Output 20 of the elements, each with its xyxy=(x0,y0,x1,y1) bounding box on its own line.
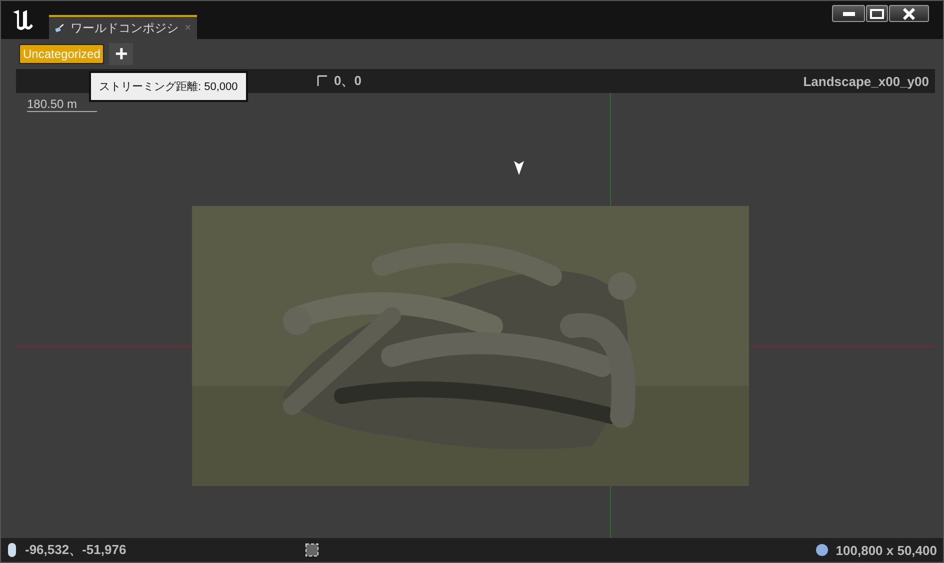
tooltip: ストリーミング距離: 50,000 xyxy=(89,71,248,102)
maximize-button[interactable] xyxy=(866,5,888,22)
cursor-coordinates: -96,532、-51,976 xyxy=(25,541,126,559)
add-layer-button[interactable]: + xyxy=(109,43,134,65)
world-size: 100,800 x 50,400 xyxy=(836,542,937,558)
minimize-button[interactable] xyxy=(832,5,865,22)
origin-coordinates: 0、0 xyxy=(334,72,362,90)
close-button[interactable] xyxy=(889,5,929,22)
globe-icon xyxy=(814,542,830,558)
world-composition-tab[interactable]: ワールドコンポジシ × xyxy=(49,15,197,39)
maximize-icon xyxy=(870,8,884,18)
tab-title: ワールドコンポジシ xyxy=(70,20,179,36)
level-name: Landscape_x00_y00 xyxy=(803,74,930,88)
frame-icon[interactable] xyxy=(304,542,320,558)
axes-icon xyxy=(316,74,330,88)
close-icon xyxy=(903,8,915,20)
mouse-icon xyxy=(7,542,17,558)
camera-marker-icon xyxy=(514,161,524,175)
minimize-icon xyxy=(842,12,854,16)
brush-icon xyxy=(55,21,65,35)
